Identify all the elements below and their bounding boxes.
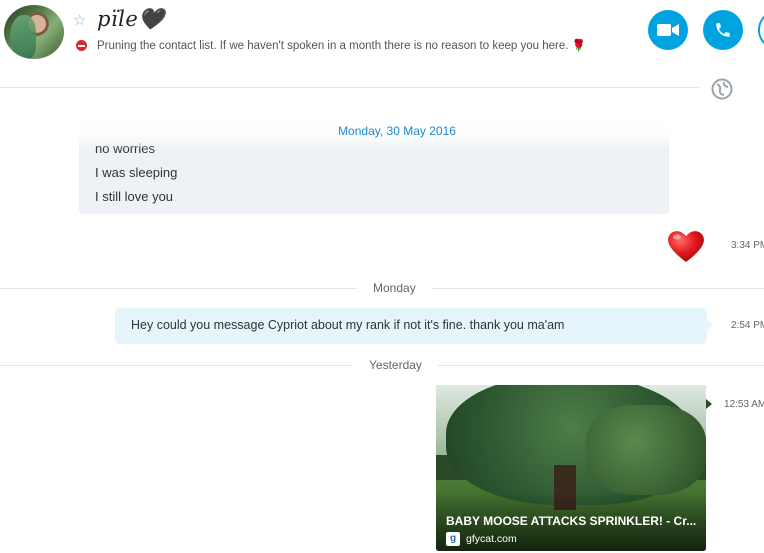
video-call-button[interactable] bbox=[648, 10, 688, 50]
contact-mood-message: Pruning the contact list. If we haven't … bbox=[97, 40, 586, 52]
globe-icon[interactable] bbox=[711, 78, 733, 100]
do-not-disturb-icon bbox=[76, 40, 87, 51]
bubble-tail bbox=[706, 399, 712, 409]
message-text: Hey could you message Cypriot about my r… bbox=[131, 318, 565, 332]
heart-emoticon-icon[interactable] bbox=[666, 228, 706, 264]
link-preview-source: gfycat.com bbox=[466, 533, 517, 545]
message-timestamp: 2:54 PM bbox=[731, 320, 764, 331]
contact-name[interactable]: pïle🖤 bbox=[97, 7, 165, 32]
contact-avatar[interactable] bbox=[4, 5, 64, 59]
video-call-icon bbox=[657, 24, 679, 36]
bubble-tail bbox=[707, 320, 713, 330]
conversation-header: ☆ pïle🖤 Pruning the contact list. If we … bbox=[0, 0, 764, 70]
outgoing-message-bubble[interactable]: Hey could you message Cypriot about my r… bbox=[115, 308, 707, 344]
audio-call-button[interactable] bbox=[703, 10, 743, 50]
link-preview-title[interactable]: BABY MOOSE ATTACKS SPRINKLER! - Cr... bbox=[446, 514, 702, 528]
header-divider bbox=[0, 87, 700, 88]
message-timestamp: 3:34 PM bbox=[731, 240, 764, 251]
star-icon[interactable]: ☆ bbox=[73, 11, 86, 29]
message-line: I still love you bbox=[95, 189, 174, 204]
phone-call-icon bbox=[716, 23, 730, 37]
day-divider-label: Yesterday bbox=[353, 358, 438, 372]
add-participant-button[interactable] bbox=[758, 10, 764, 50]
date-banner: Monday, 30 May 2016 bbox=[338, 124, 456, 138]
message-line: I was sleeping bbox=[95, 165, 178, 180]
gfycat-icon: g bbox=[446, 532, 460, 546]
link-preview-card[interactable]: BABY MOOSE ATTACKS SPRINKLER! - Cr... g … bbox=[436, 385, 706, 551]
message-timestamp: 12:53 AM bbox=[724, 399, 764, 410]
day-divider-label: Monday bbox=[357, 281, 432, 295]
